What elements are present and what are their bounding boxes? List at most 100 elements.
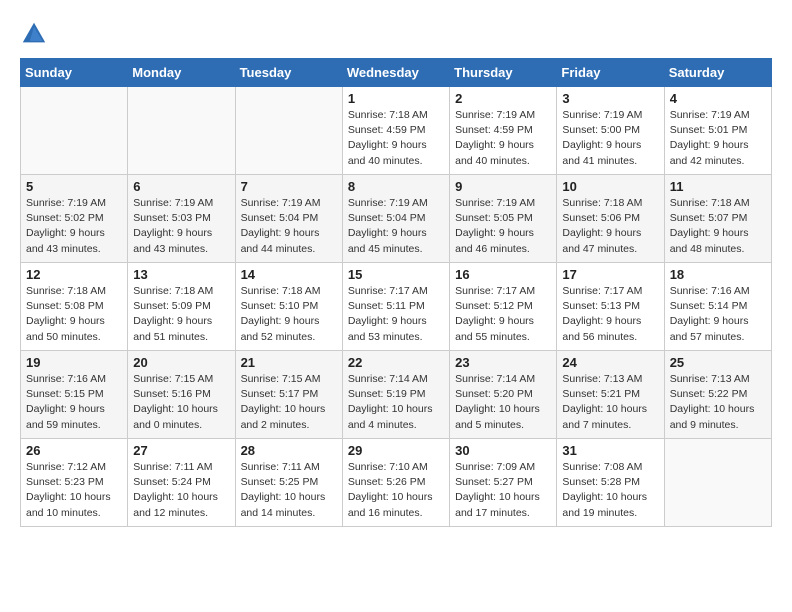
calendar-day-cell: 13Sunrise: 7:18 AMSunset: 5:09 PMDayligh… xyxy=(128,263,235,351)
day-number: 20 xyxy=(133,355,229,370)
day-number: 12 xyxy=(26,267,122,282)
day-info: Sunrise: 7:19 AMSunset: 5:02 PMDaylight:… xyxy=(26,196,122,257)
day-number: 17 xyxy=(562,267,658,282)
day-info: Sunrise: 7:14 AMSunset: 5:19 PMDaylight:… xyxy=(348,372,444,433)
day-info: Sunrise: 7:14 AMSunset: 5:20 PMDaylight:… xyxy=(455,372,551,433)
day-number: 24 xyxy=(562,355,658,370)
day-number: 14 xyxy=(241,267,337,282)
calendar-day-cell: 31Sunrise: 7:08 AMSunset: 5:28 PMDayligh… xyxy=(557,439,664,527)
day-number: 4 xyxy=(670,91,766,106)
day-info: Sunrise: 7:11 AMSunset: 5:24 PMDaylight:… xyxy=(133,460,229,521)
calendar-day-cell xyxy=(21,87,128,175)
day-number: 11 xyxy=(670,179,766,194)
day-number: 18 xyxy=(670,267,766,282)
calendar-table: SundayMondayTuesdayWednesdayThursdayFrid… xyxy=(20,58,772,527)
day-number: 22 xyxy=(348,355,444,370)
calendar-day-cell: 17 Sunrise: 7:17 AMSunset: 5:13 PMDayligh… xyxy=(557,263,664,351)
day-number: 30 xyxy=(455,443,551,458)
day-info: Sunrise: 7:18 AMSunset: 5:06 PMDaylight:… xyxy=(562,196,658,257)
calendar-day-cell: 26 Sunrise: 7:12 AMSunset: 5:23 PMDayligh… xyxy=(21,439,128,527)
day-info: Sunrise: 7:19 AMSunset: 5:03 PMDaylight:… xyxy=(133,196,229,257)
day-info: Sunrise: 7:16 AMSunset: 5:14 PMDaylight:… xyxy=(670,284,766,345)
logo-icon xyxy=(20,20,48,48)
day-number: 1 xyxy=(348,91,444,106)
day-number: 8 xyxy=(348,179,444,194)
calendar-week-row: 19 Sunrise: 7:16 AMSunset: 5:15 PMDayligh… xyxy=(21,351,772,439)
calendar-day-cell xyxy=(235,87,342,175)
day-info: Sunrise: 7:10 AMSunset: 5:26 PMDaylight:… xyxy=(348,460,444,521)
day-info: Sunrise: 7:12 AMSunset: 5:23 PMDaylight:… xyxy=(26,460,122,521)
calendar-day-cell xyxy=(128,87,235,175)
day-number: 13 xyxy=(133,267,229,282)
day-info: Sunrise: 7:13 AMSunset: 5:21 PMDaylight:… xyxy=(562,372,658,433)
day-info: Sunrise: 7:19 AMSunset: 5:04 PMDaylight:… xyxy=(348,196,444,257)
calendar-day-cell: 21 Sunrise: 7:15 AMSunset: 5:17 PMDayligh… xyxy=(235,351,342,439)
day-number: 31 xyxy=(562,443,658,458)
calendar-day-cell: 29 Sunrise: 7:10 AMSunset: 5:26 PMDayligh… xyxy=(342,439,449,527)
calendar-day-cell: 9Sunrise: 7:19 AMSunset: 5:05 PMDaylight… xyxy=(450,175,557,263)
calendar-day-cell: 6 Sunrise: 7:19 AMSunset: 5:03 PMDaylight… xyxy=(128,175,235,263)
calendar-day-cell: 25 Sunrise: 7:13 AMSunset: 5:22 PMDayligh… xyxy=(664,351,771,439)
calendar-day-cell: 23 Sunrise: 7:14 AMSunset: 5:20 PMDayligh… xyxy=(450,351,557,439)
day-info: Sunrise: 7:11 AMSunset: 5:25 PMDaylight:… xyxy=(241,460,337,521)
day-number: 6 xyxy=(133,179,229,194)
day-info: Sunrise: 7:15 AMSunset: 5:16 PMDaylight:… xyxy=(133,372,229,433)
day-info: Sunrise: 7:19 AMSunset: 4:59 PMDaylight:… xyxy=(455,108,551,169)
day-number: 16 xyxy=(455,267,551,282)
day-info: Sunrise: 7:13 AMSunset: 5:22 PMDaylight:… xyxy=(670,372,766,433)
day-number: 25 xyxy=(670,355,766,370)
weekday-header: Wednesday xyxy=(342,59,449,87)
logo xyxy=(20,20,52,48)
day-info: Sunrise: 7:09 AMSunset: 5:27 PMDaylight:… xyxy=(455,460,551,521)
calendar-week-row: 26 Sunrise: 7:12 AMSunset: 5:23 PMDayligh… xyxy=(21,439,772,527)
calendar-day-cell: 14 Sunrise: 7:18 AMSunset: 5:10 PMDayligh… xyxy=(235,263,342,351)
calendar-day-cell: 7Sunrise: 7:19 AMSunset: 5:04 PMDaylight… xyxy=(235,175,342,263)
weekday-header: Thursday xyxy=(450,59,557,87)
calendar-day-cell xyxy=(664,439,771,527)
calendar-day-cell: 28Sunrise: 7:11 AMSunset: 5:25 PMDayligh… xyxy=(235,439,342,527)
calendar-week-row: 1 Sunrise: 7:18 AMSunset: 4:59 PMDaylight… xyxy=(21,87,772,175)
calendar-day-cell: 22 Sunrise: 7:14 AMSunset: 5:19 PMDayligh… xyxy=(342,351,449,439)
calendar-week-row: 5 Sunrise: 7:19 AMSunset: 5:02 PMDaylight… xyxy=(21,175,772,263)
calendar-day-cell: 15 Sunrise: 7:17 AMSunset: 5:11 PMDayligh… xyxy=(342,263,449,351)
calendar-day-cell: 5 Sunrise: 7:19 AMSunset: 5:02 PMDaylight… xyxy=(21,175,128,263)
day-info: Sunrise: 7:18 AMSunset: 4:59 PMDaylight:… xyxy=(348,108,444,169)
calendar-day-cell: 20 Sunrise: 7:15 AMSunset: 5:16 PMDayligh… xyxy=(128,351,235,439)
calendar-day-cell: 16 Sunrise: 7:17 AMSunset: 5:12 PMDayligh… xyxy=(450,263,557,351)
calendar-day-cell: 24 Sunrise: 7:13 AMSunset: 5:21 PMDayligh… xyxy=(557,351,664,439)
day-info: Sunrise: 7:18 AMSunset: 5:10 PMDaylight:… xyxy=(241,284,337,345)
calendar-day-cell: 1 Sunrise: 7:18 AMSunset: 4:59 PMDaylight… xyxy=(342,87,449,175)
day-number: 9 xyxy=(455,179,551,194)
day-number: 19 xyxy=(26,355,122,370)
calendar-day-cell: 8 Sunrise: 7:19 AMSunset: 5:04 PMDaylight… xyxy=(342,175,449,263)
day-info: Sunrise: 7:19 AMSunset: 5:00 PMDaylight:… xyxy=(562,108,658,169)
day-info: Sunrise: 7:17 AMSunset: 5:13 PMDaylight:… xyxy=(562,284,658,345)
weekday-header: Friday xyxy=(557,59,664,87)
calendar-day-cell: 2 Sunrise: 7:19 AMSunset: 4:59 PMDaylight… xyxy=(450,87,557,175)
calendar-day-cell: 10 Sunrise: 7:18 AMSunset: 5:06 PMDayligh… xyxy=(557,175,664,263)
calendar-day-cell: 27Sunrise: 7:11 AMSunset: 5:24 PMDayligh… xyxy=(128,439,235,527)
calendar-day-cell: 18 Sunrise: 7:16 AMSunset: 5:14 PMDayligh… xyxy=(664,263,771,351)
day-info: Sunrise: 7:17 AMSunset: 5:11 PMDaylight:… xyxy=(348,284,444,345)
day-info: Sunrise: 7:18 AMSunset: 5:08 PMDaylight:… xyxy=(26,284,122,345)
day-info: Sunrise: 7:19 AMSunset: 5:01 PMDaylight:… xyxy=(670,108,766,169)
day-number: 7 xyxy=(241,179,337,194)
day-info: Sunrise: 7:15 AMSunset: 5:17 PMDaylight:… xyxy=(241,372,337,433)
calendar-day-cell: 19 Sunrise: 7:16 AMSunset: 5:15 PMDayligh… xyxy=(21,351,128,439)
calendar-day-cell: 4 Sunrise: 7:19 AMSunset: 5:01 PMDaylight… xyxy=(664,87,771,175)
day-number: 3 xyxy=(562,91,658,106)
day-info: Sunrise: 7:17 AMSunset: 5:12 PMDaylight:… xyxy=(455,284,551,345)
day-number: 21 xyxy=(241,355,337,370)
day-number: 26 xyxy=(26,443,122,458)
weekday-header-row: SundayMondayTuesdayWednesdayThursdayFrid… xyxy=(21,59,772,87)
day-info: Sunrise: 7:16 AMSunset: 5:15 PMDaylight:… xyxy=(26,372,122,433)
day-number: 15 xyxy=(348,267,444,282)
weekday-header: Sunday xyxy=(21,59,128,87)
day-number: 10 xyxy=(562,179,658,194)
day-number: 2 xyxy=(455,91,551,106)
weekday-header: Saturday xyxy=(664,59,771,87)
day-number: 23 xyxy=(455,355,551,370)
day-number: 29 xyxy=(348,443,444,458)
calendar-day-cell: 12 Sunrise: 7:18 AMSunset: 5:08 PMDayligh… xyxy=(21,263,128,351)
day-number: 5 xyxy=(26,179,122,194)
